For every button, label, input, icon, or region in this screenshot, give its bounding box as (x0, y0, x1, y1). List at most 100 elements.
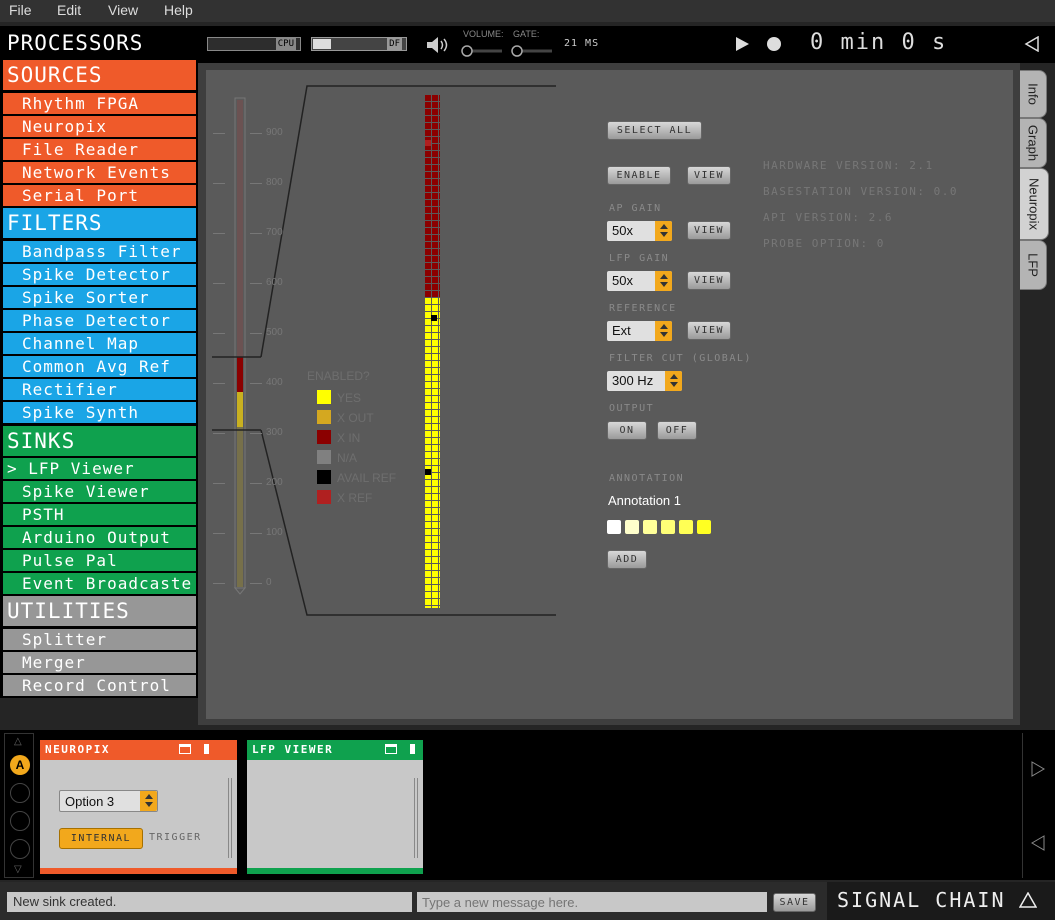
processor-item[interactable]: Spike Sorter (3, 287, 196, 308)
processor-item[interactable]: Phase Detector (3, 310, 196, 331)
latency-display: 21 MS (564, 38, 600, 49)
processor-item[interactable]: Pulse Pal (3, 550, 196, 571)
filter-cut-label: FILTER CUT (GLOBAL) (609, 353, 752, 364)
internal-trigger-button[interactable]: INTERNAL (59, 828, 143, 849)
processor-item[interactable]: Splitter (3, 629, 196, 650)
processor-item[interactable]: Neuropix (3, 116, 196, 137)
expand-up-icon[interactable] (1019, 892, 1037, 908)
speaker-icon[interactable] (425, 36, 451, 54)
editor-drag-handle[interactable] (228, 778, 232, 858)
processor-item[interactable]: > LFP Viewer (3, 458, 196, 479)
lfp-gain-view-button[interactable]: VIEW (687, 271, 731, 290)
scroll-down-icon[interactable]: ▽ (14, 864, 22, 875)
scroll-up-icon[interactable]: △ (14, 736, 22, 747)
annotation-color-swatch[interactable] (661, 520, 675, 534)
dropdown-arrow-icon (665, 371, 682, 391)
neuropix-option-select[interactable]: Option 3 (59, 790, 158, 812)
editor-drag-handle[interactable] (414, 778, 418, 858)
chain-a-button[interactable]: A (10, 755, 30, 775)
chain-slot-button[interactable] (10, 839, 30, 859)
menu-view[interactable]: View (108, 2, 138, 18)
output-off-button[interactable]: OFF (657, 421, 697, 440)
processor-item[interactable]: Arduino Output (3, 527, 196, 548)
legend-swatch (317, 410, 331, 424)
scroll-left-icon[interactable] (1030, 835, 1046, 851)
gate-slider[interactable] (510, 42, 552, 57)
channel-grid[interactable] (424, 94, 440, 608)
annotation-color-swatch[interactable] (679, 520, 693, 534)
tick (213, 433, 225, 434)
save-message-button[interactable]: SAVE (773, 893, 816, 912)
sinks-header[interactable]: SINKS (3, 426, 196, 456)
chain-slot-button[interactable] (10, 811, 30, 831)
volume-slider[interactable] (460, 42, 502, 57)
menu-file[interactable]: File (9, 2, 32, 18)
processor-item[interactable]: Channel Map (3, 333, 196, 354)
signal-chain-toggle[interactable]: SIGNAL CHAIN (827, 882, 1055, 920)
tick (250, 133, 262, 134)
collapse-icon[interactable] (204, 744, 209, 754)
neuropix-editor-header[interactable]: NEUROPIX (40, 740, 237, 760)
play-icon[interactable] (734, 36, 750, 52)
neuropix-editor[interactable]: NEUROPIX Option 3 INTERNAL TRIGGER (40, 740, 237, 874)
processor-list: PROCESSORS SOURCES Rhythm FPGA Neuropix … (0, 26, 198, 698)
select-all-button[interactable]: SELECT ALL (607, 121, 702, 140)
tick (213, 483, 225, 484)
annotation-color-swatch[interactable] (643, 520, 657, 534)
tab-info[interactable]: Info (1020, 70, 1047, 118)
chain-slot-button[interactable] (10, 783, 30, 803)
annotation-color-swatch[interactable] (697, 520, 711, 534)
legend-label: X REF (337, 491, 373, 505)
scroll-right-icon[interactable] (1030, 761, 1046, 777)
menu-edit[interactable]: Edit (57, 2, 81, 18)
processors-header[interactable]: PROCESSORS (3, 28, 196, 58)
lfp-gain-select[interactable]: 50x (607, 271, 672, 291)
processor-item[interactable]: Merger (3, 652, 196, 673)
collapse-icon[interactable] (410, 744, 415, 754)
legend-swatch (317, 450, 331, 464)
record-icon[interactable] (766, 36, 782, 52)
tab-neuropix[interactable]: Neuropix (1020, 168, 1049, 240)
processor-item[interactable]: PSTH (3, 504, 196, 525)
enable-button[interactable]: ENABLE (607, 166, 671, 185)
processor-item[interactable]: Common Avg Ref (3, 356, 196, 377)
ap-gain-select[interactable]: 50x (607, 221, 672, 241)
output-on-button[interactable]: ON (607, 421, 647, 440)
processor-item[interactable]: Rectifier (3, 379, 196, 400)
reference-select[interactable]: Ext (607, 321, 672, 341)
processor-item[interactable]: Event Broadcaste (3, 573, 196, 594)
lfp-gain-label: LFP GAIN (609, 253, 670, 264)
legend-label: AVAIL REF (337, 471, 397, 485)
processor-item[interactable]: File Reader (3, 139, 196, 160)
utilities-header[interactable]: UTILITIES (3, 596, 196, 626)
reference-view-button[interactable]: VIEW (687, 321, 731, 340)
annotation-color-swatch[interactable] (625, 520, 639, 534)
window-icon[interactable] (385, 744, 397, 754)
lfp-viewer-editor[interactable]: LFP VIEWER (247, 740, 423, 874)
lfp-viewer-editor-header[interactable]: LFP VIEWER (247, 740, 423, 760)
message-input[interactable] (417, 892, 767, 912)
tab-lfp[interactable]: LFP (1020, 240, 1047, 290)
window-icon[interactable] (179, 744, 191, 754)
processor-item[interactable]: Record Control (3, 675, 196, 696)
processor-item[interactable]: Spike Synth (3, 402, 196, 423)
processor-item[interactable]: Spike Detector (3, 264, 196, 285)
processor-item[interactable]: Rhythm FPGA (3, 93, 196, 114)
annotation-add-button[interactable]: ADD (607, 550, 647, 569)
sources-header[interactable]: SOURCES (3, 60, 196, 90)
filters-header[interactable]: FILTERS (3, 208, 196, 238)
annotation-text[interactable]: Annotation 1 (608, 493, 681, 508)
annotation-color-swatch[interactable] (607, 520, 621, 534)
tab-graph[interactable]: Graph (1020, 118, 1047, 168)
processor-item[interactable]: Spike Viewer (3, 481, 196, 502)
volume-label: VOLUME: (463, 29, 504, 39)
menu-help[interactable]: Help (164, 2, 193, 18)
collapse-left-icon[interactable] (1024, 35, 1040, 53)
view-button[interactable]: VIEW (687, 166, 731, 185)
processor-item[interactable]: Bandpass Filter (3, 241, 196, 262)
ap-gain-view-button[interactable]: VIEW (687, 221, 731, 240)
cpu-label: CPU (275, 38, 296, 50)
processor-item[interactable]: Network Events (3, 162, 196, 183)
processor-item[interactable]: Serial Port (3, 185, 196, 206)
filter-cut-select[interactable]: 300 Hz (607, 371, 682, 391)
